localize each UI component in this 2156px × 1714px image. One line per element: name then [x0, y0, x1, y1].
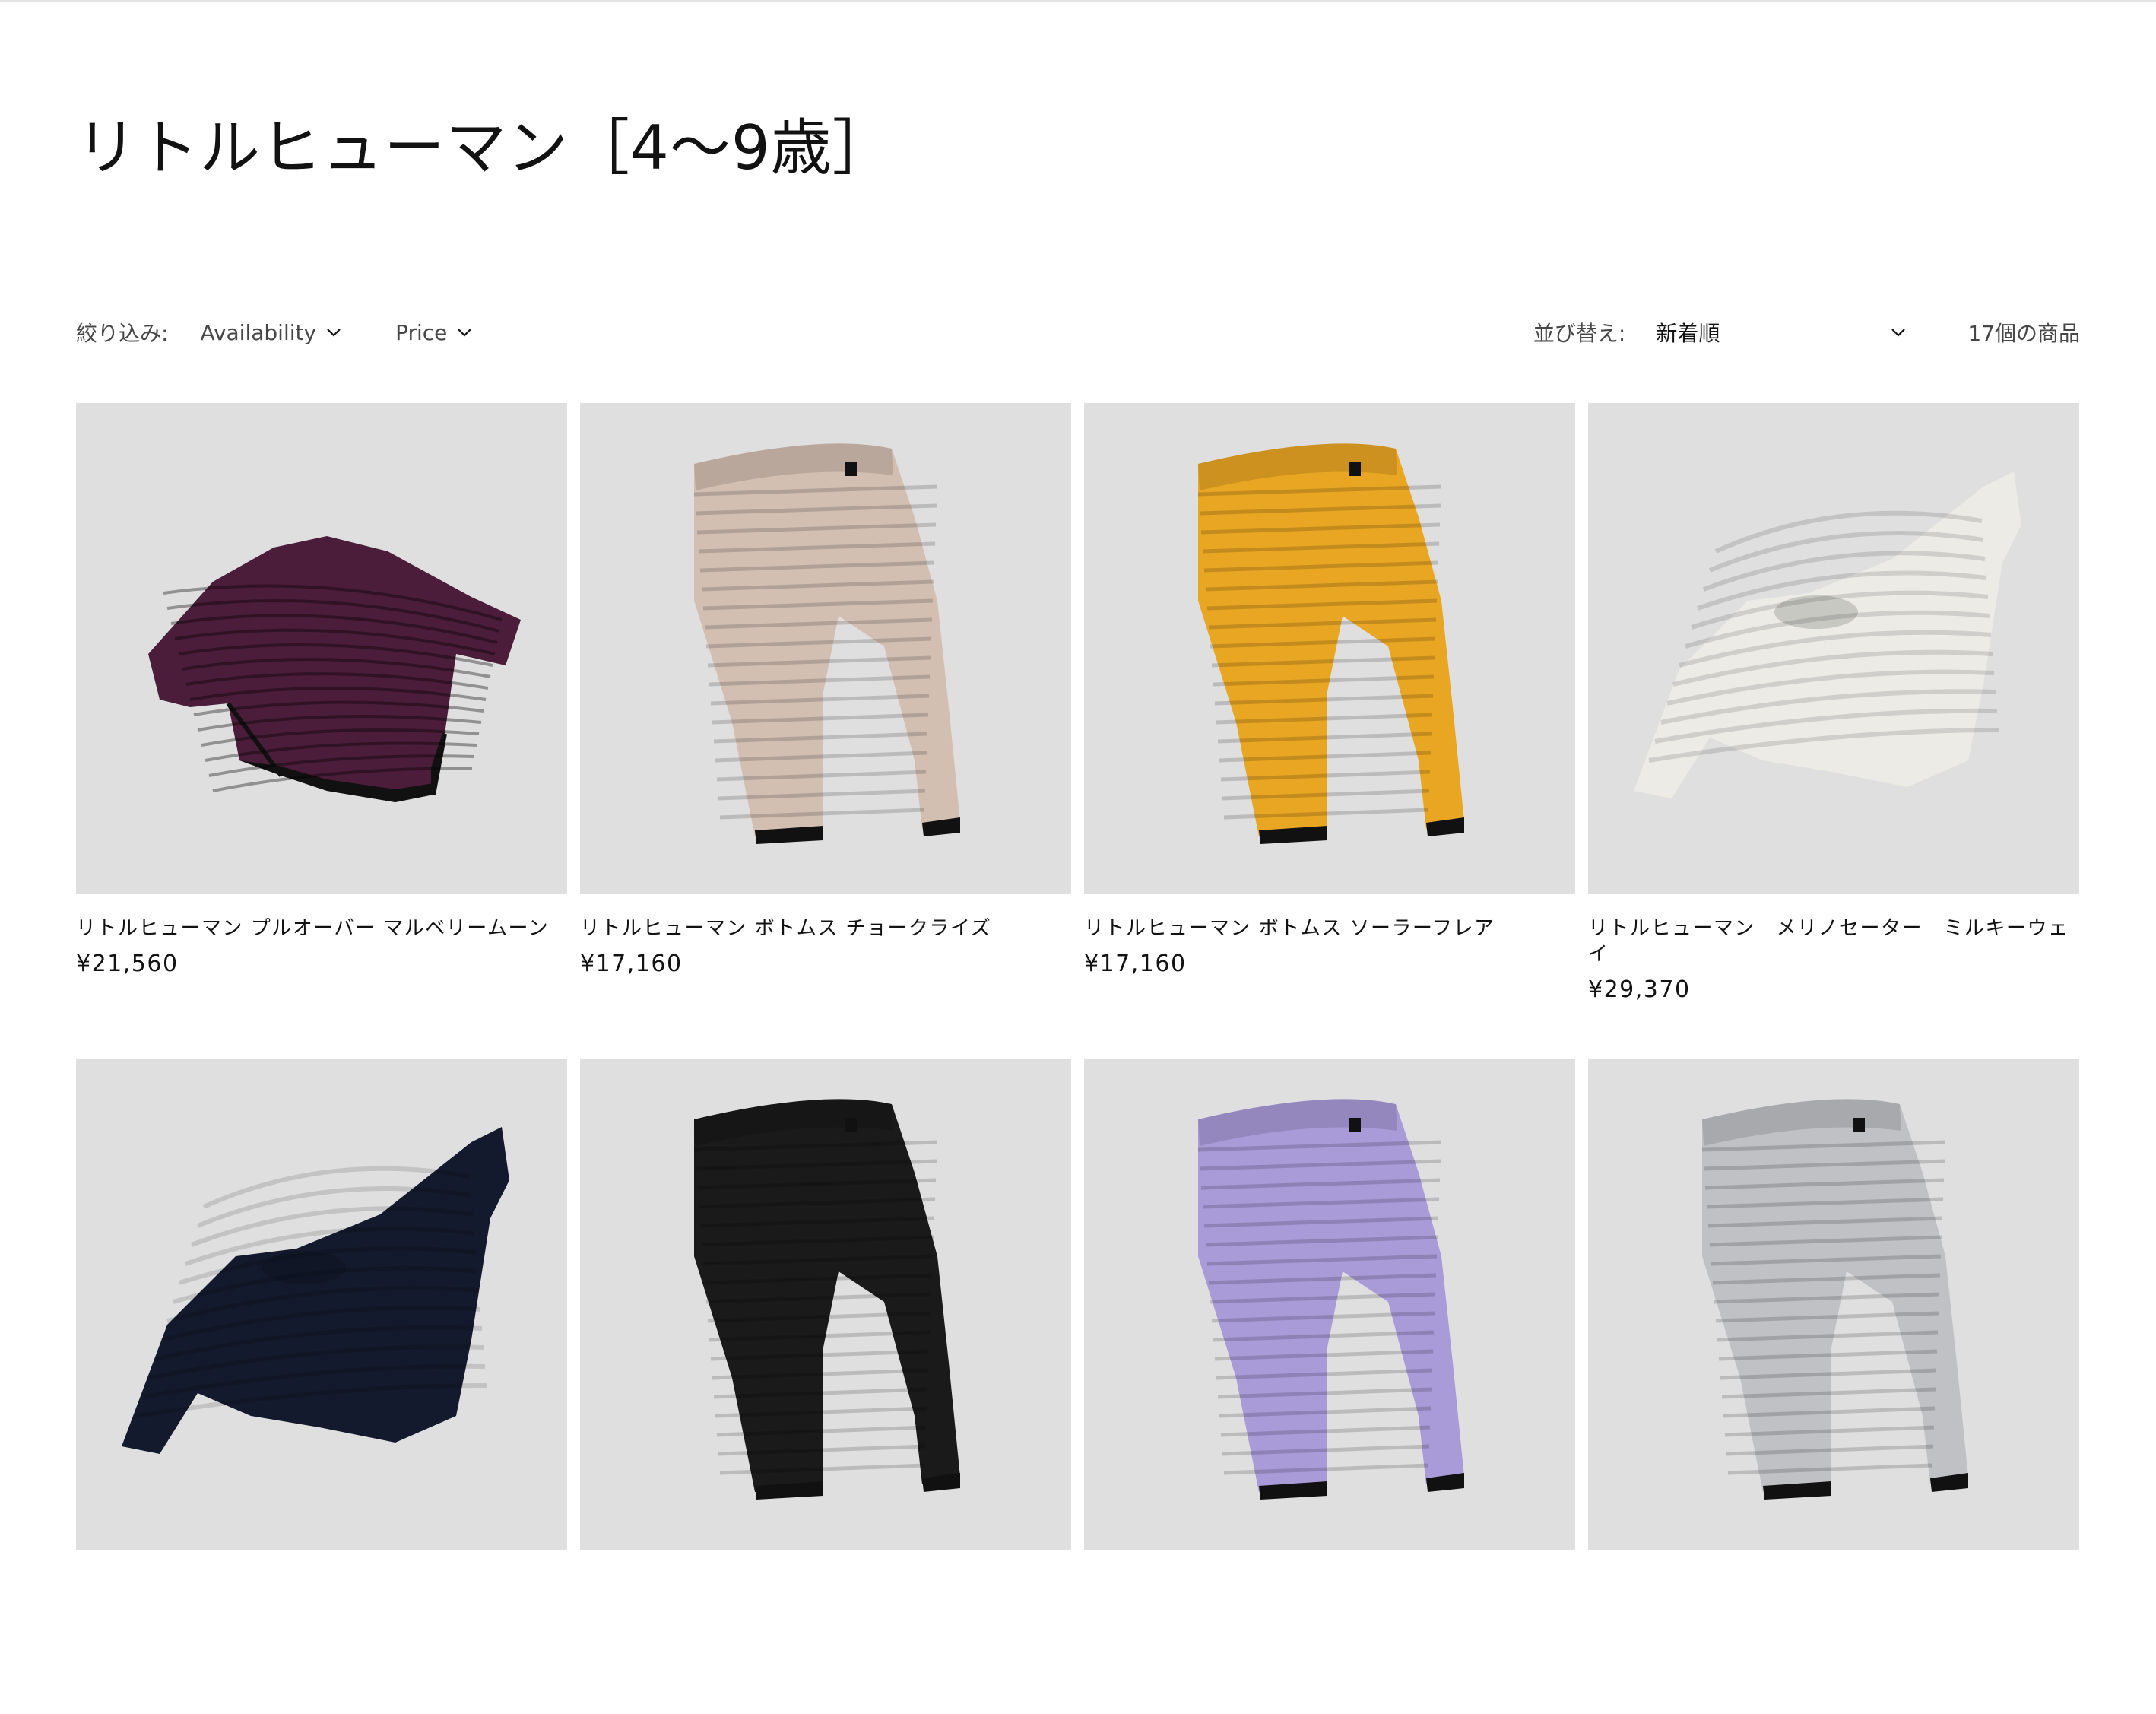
product-card[interactable]: リトルヒューマン プルオーバー マルベリームーン ¥21,560 — [76, 403, 567, 1059]
product-price: ¥17,160 — [580, 951, 683, 977]
product-image[interactable] — [1084, 403, 1575, 894]
availability-filter[interactable]: Availability — [200, 320, 342, 345]
product-card[interactable] — [76, 1059, 567, 1714]
product-price: ¥17,160 — [1084, 951, 1187, 977]
product-title[interactable]: リトルヒューマン ボトムス チョークライズ — [580, 916, 1071, 941]
product-image[interactable] — [76, 403, 567, 894]
price-filter-label: Price — [395, 319, 448, 345]
sort-label: 並び替え: — [1533, 321, 1626, 346]
product-card[interactable]: リトルヒューマン ボトムス チョークライズ ¥17,160 — [580, 403, 1071, 1059]
product-photo — [1634, 471, 2021, 798]
filter-label: 絞り込み: — [76, 321, 169, 346]
product-photo — [693, 1099, 960, 1500]
facet-toolbar: 絞り込み: Availability Price 並び替え: 新着順 17個の商… — [76, 313, 2080, 351]
sort-selected-value: 新着順 — [1656, 321, 1720, 346]
product-image[interactable] — [1588, 1059, 2079, 1550]
product-photo — [1197, 1099, 1464, 1500]
product-title[interactable]: リトルヒューマン メリノセーター ミルキーウェイ — [1588, 916, 2079, 967]
product-image[interactable] — [580, 1059, 1071, 1550]
product-photo — [122, 1127, 509, 1454]
product-title[interactable]: リトルヒューマン プルオーバー マルベリームーン — [76, 916, 567, 941]
product-price: ¥29,370 — [1588, 976, 1691, 1003]
product-image[interactable] — [580, 403, 1071, 894]
product-image[interactable] — [1588, 403, 2079, 894]
product-image[interactable] — [1084, 1059, 1575, 1550]
product-image[interactable] — [76, 1059, 567, 1550]
product-grid: リトルヒューマン プルオーバー マルベリームーン ¥21,560 リトルヒューマ… — [76, 403, 2080, 1714]
product-card[interactable] — [1084, 1059, 1575, 1714]
product-card[interactable]: リトルヒューマン メリノセーター ミルキーウェイ ¥29,370 — [1588, 403, 2079, 1059]
product-photo — [1197, 443, 1464, 844]
header-divider — [0, 0, 2156, 2]
product-photo — [1701, 1099, 1968, 1500]
chevron-down-icon — [458, 329, 472, 337]
product-photo — [148, 536, 521, 802]
price-filter[interactable]: Price — [395, 320, 473, 345]
availability-filter-label: Availability — [200, 319, 317, 345]
product-card[interactable] — [580, 1059, 1071, 1714]
product-count: 17個の商品 — [1967, 321, 2080, 346]
product-card[interactable]: リトルヒューマン ボトムス ソーラーフレア ¥17,160 — [1084, 403, 1575, 1059]
product-photo — [693, 443, 960, 844]
chevron-down-icon — [1891, 329, 1906, 337]
sort-select[interactable]: 新着順 — [1656, 317, 1907, 348]
page-title: リトルヒューマン［4〜9歳］ — [76, 113, 894, 183]
product-price: ¥21,560 — [76, 951, 179, 977]
chevron-down-icon — [327, 329, 341, 337]
product-card[interactable] — [1588, 1059, 2079, 1714]
product-title[interactable]: リトルヒューマン ボトムス ソーラーフレア — [1084, 916, 1575, 941]
